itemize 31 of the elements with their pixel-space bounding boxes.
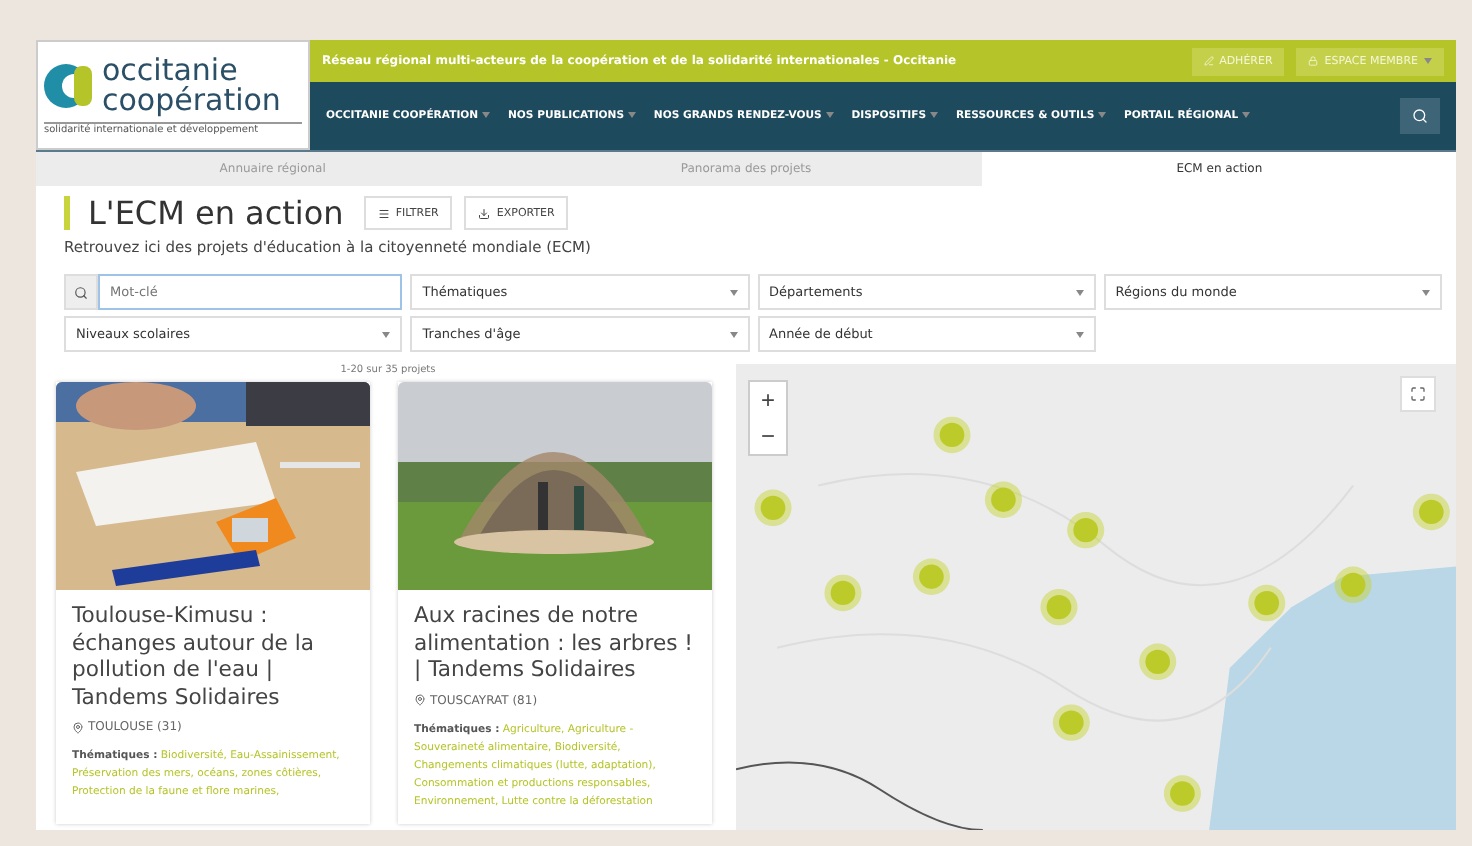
pin-icon [414, 694, 426, 706]
caret-icon [627, 112, 636, 118]
page-title: L'ECM en action [88, 194, 344, 232]
download-icon [478, 207, 491, 219]
caret-icon [825, 112, 834, 118]
pin-icon [72, 721, 84, 733]
caret-icon [481, 112, 490, 118]
card-title: Aux racines de notre alimentation : les arbres ! | Tandems Solidaires [414, 602, 695, 683]
pen-icon [1203, 56, 1214, 66]
caret-icon [1098, 112, 1106, 118]
caret-icon [1075, 289, 1084, 295]
caret-icon [929, 112, 938, 118]
caret-icon [382, 331, 391, 337]
card-title: Toulouse-Kimusu : échanges autour de la pollution de l'eau | Tandems Solidaires [72, 602, 316, 710]
search-icon[interactable] [1400, 98, 1440, 134]
filter-icon [377, 207, 390, 219]
caret-icon [1075, 331, 1084, 337]
caret-icon [729, 331, 737, 337]
fullscreen-button[interactable] [1400, 376, 1436, 412]
project-card[interactable] [398, 382, 712, 823]
fullscreen-icon [1410, 386, 1426, 402]
logo-text: coopération [102, 85, 281, 115]
search-icon [64, 274, 98, 310]
logo-icon [44, 59, 96, 111]
caret-icon [1242, 112, 1251, 118]
caret-icon [729, 289, 737, 295]
caret-icon [1422, 289, 1430, 295]
caret-icon [1424, 58, 1432, 64]
lock-icon [1308, 56, 1319, 66]
project-card[interactable] [56, 382, 370, 823]
logo-text: occitanie [102, 55, 238, 85]
